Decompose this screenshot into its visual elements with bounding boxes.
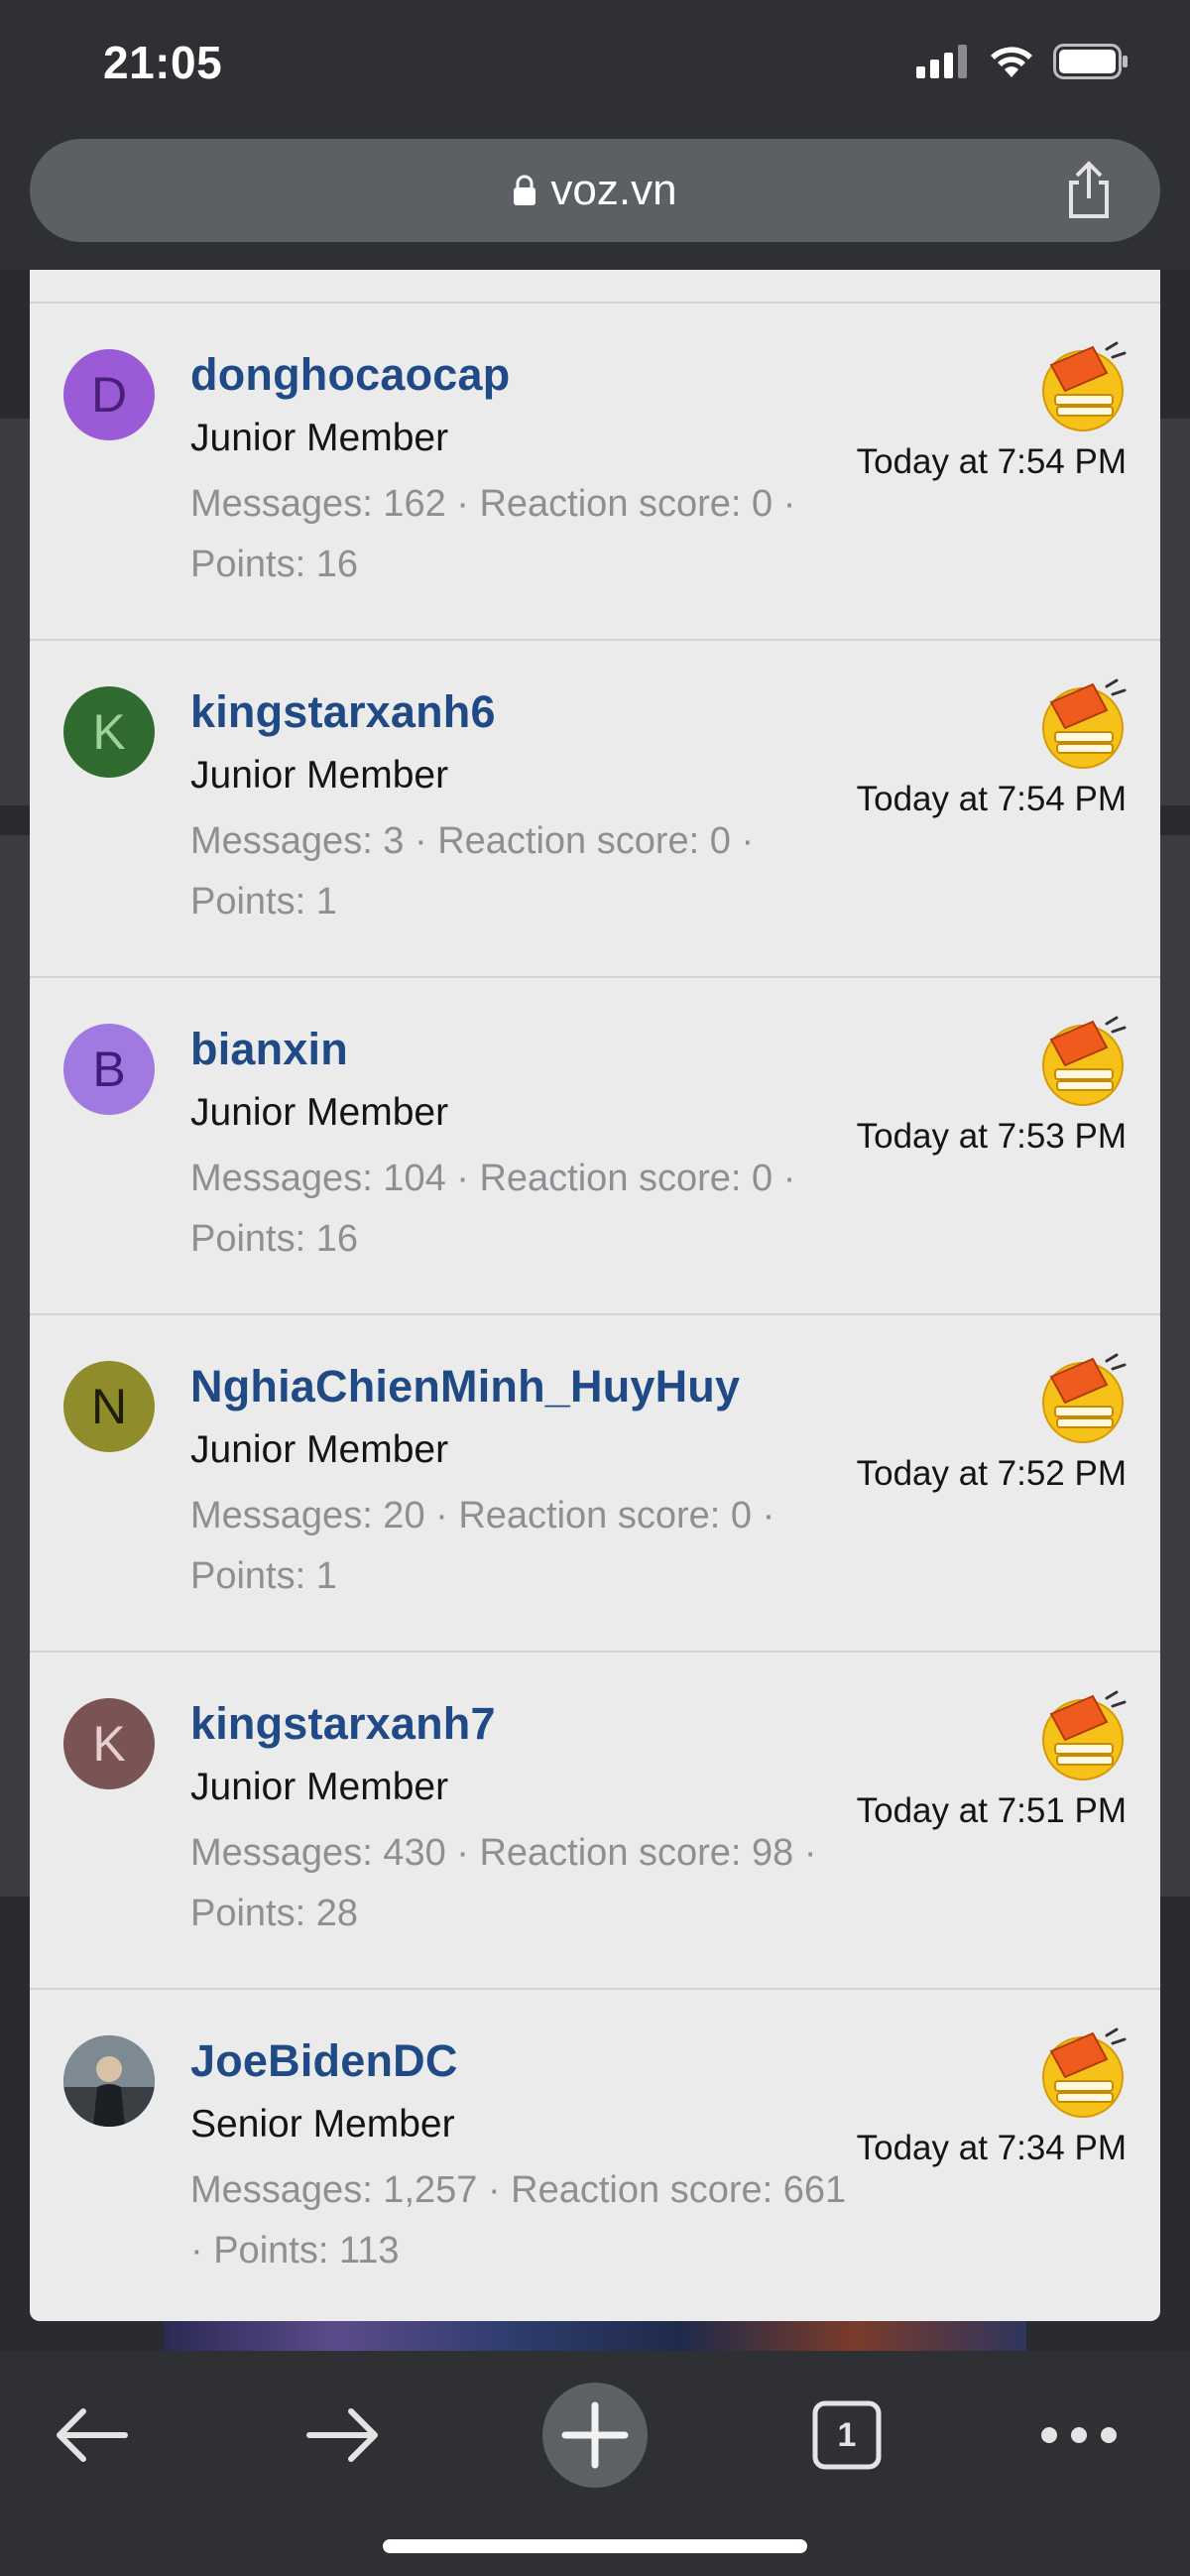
status-icons [916, 44, 1129, 79]
wifi-icon [991, 47, 1032, 77]
member-title: Junior Member [190, 417, 449, 459]
address-bar[interactable]: voz.vn [30, 139, 1160, 242]
reaction-timestamp: Today at 7:51 PM [856, 1791, 1127, 1830]
reaction-timestamp: Today at 7:54 PM [856, 442, 1127, 481]
avatar[interactable] [63, 2035, 155, 2127]
background-thumbnail [164, 2321, 1026, 2351]
status-time: 21:05 [103, 37, 223, 88]
avatar[interactable]: K [63, 1698, 155, 1789]
home-indicator [383, 2539, 807, 2553]
member-title: Junior Member [190, 1091, 449, 1134]
member-stats: Messages: 1,257 · Reaction score: 661 · … [190, 2169, 847, 2271]
avatar[interactable]: N [63, 1361, 155, 1452]
lock-icon [514, 175, 536, 205]
tabs-button[interactable]: 1 [787, 2381, 906, 2490]
avatar[interactable]: D [63, 349, 155, 440]
member-stats: Messages: 162 · Reaction score: 0 · Poin… [190, 483, 796, 585]
reactions-member-list: Ddonghocaocap Junior Member Messages: 162 … [30, 270, 1160, 2321]
reaction-emoji-icon [1033, 676, 1129, 772]
member-title: Junior Member [190, 754, 449, 797]
member-row: JoeBidenDC Senior Member Messages: 1,257 ·… [30, 1990, 1160, 2321]
member-row: N NghiaChienMinh_HuyHuy Junior Member Messa… [30, 1315, 1160, 1653]
reaction-timestamp: Today at 7:53 PM [856, 1117, 1127, 1156]
forward-button[interactable] [284, 2381, 403, 2490]
share-button[interactable] [1061, 161, 1117, 220]
reaction-timestamp: Today at 7:54 PM [856, 780, 1127, 818]
avatar-initial: N [90, 1379, 128, 1434]
forward-arrow-icon [306, 2408, 378, 2462]
member-row: Kkingstarxanh6 Junior Member Messages: 3 ·… [30, 641, 1160, 978]
avatar-photo [63, 2035, 155, 2127]
back-arrow-icon [57, 2408, 128, 2462]
member-username-link[interactable]: NghiaChienMinh_HuyHuy [190, 1361, 740, 1412]
battery-icon [1053, 44, 1128, 79]
signal-icon [916, 45, 967, 78]
member-username-link[interactable]: kingstarxanh7 [190, 1698, 496, 1750]
avatar-initial: D [90, 367, 128, 423]
member-title: Junior Member [190, 1766, 449, 1808]
reaction-timestamp: Today at 7:34 PM [856, 2129, 1127, 2167]
member-title: Junior Member [190, 1428, 449, 1471]
more-icon [1041, 2427, 1117, 2443]
member-stats: Messages: 3 · Reaction score: 0 · Points… [190, 820, 755, 922]
avatar[interactable]: B [63, 1024, 155, 1115]
reaction-emoji-icon [1033, 2025, 1129, 2121]
member-row: Ddonghocaocap Junior Member Messages: 162 … [30, 304, 1160, 641]
member-username-link[interactable]: bianxin [190, 1024, 348, 1075]
new-tab-plus-icon [542, 2383, 648, 2488]
reaction-emoji-icon [1033, 1688, 1129, 1783]
status-bar: 21:05 [0, 0, 1190, 129]
avatar[interactable]: K [63, 686, 155, 778]
new-tab-button[interactable] [536, 2381, 654, 2490]
avatar-initial: K [92, 1716, 126, 1772]
tab-count: 1 [837, 2416, 857, 2454]
member-row: Kkingstarxanh7 Junior Member Messages: 430… [30, 1653, 1160, 1990]
member-username-link[interactable]: kingstarxanh6 [190, 686, 496, 738]
back-button[interactable] [32, 2381, 151, 2490]
avatar-initial: K [92, 704, 126, 760]
share-icon [1069, 161, 1109, 218]
member-stats: Messages: 20 · Reaction score: 0 · Point… [190, 1495, 775, 1597]
avatar-initial: B [92, 1042, 126, 1097]
member-username-link[interactable]: JoeBidenDC [190, 2035, 458, 2087]
address-domain: voz.vn [550, 166, 677, 214]
reaction-emoji-icon [1033, 1351, 1129, 1446]
more-button[interactable] [1019, 2381, 1138, 2490]
reaction-timestamp: Today at 7:52 PM [856, 1454, 1127, 1493]
member-title: Senior Member [190, 2103, 455, 2146]
member-stats: Messages: 104 · Reaction score: 0 · Poin… [190, 1158, 796, 1260]
reaction-emoji-icon [1033, 339, 1129, 434]
member-row: Bbianxin Junior Member Messages: 104 · Rea… [30, 978, 1160, 1315]
member-stats: Messages: 430 · Reaction score: 98 · Poi… [190, 1832, 817, 1934]
reaction-emoji-icon [1033, 1014, 1129, 1109]
member-username-link[interactable]: donghocaocap [190, 349, 510, 401]
